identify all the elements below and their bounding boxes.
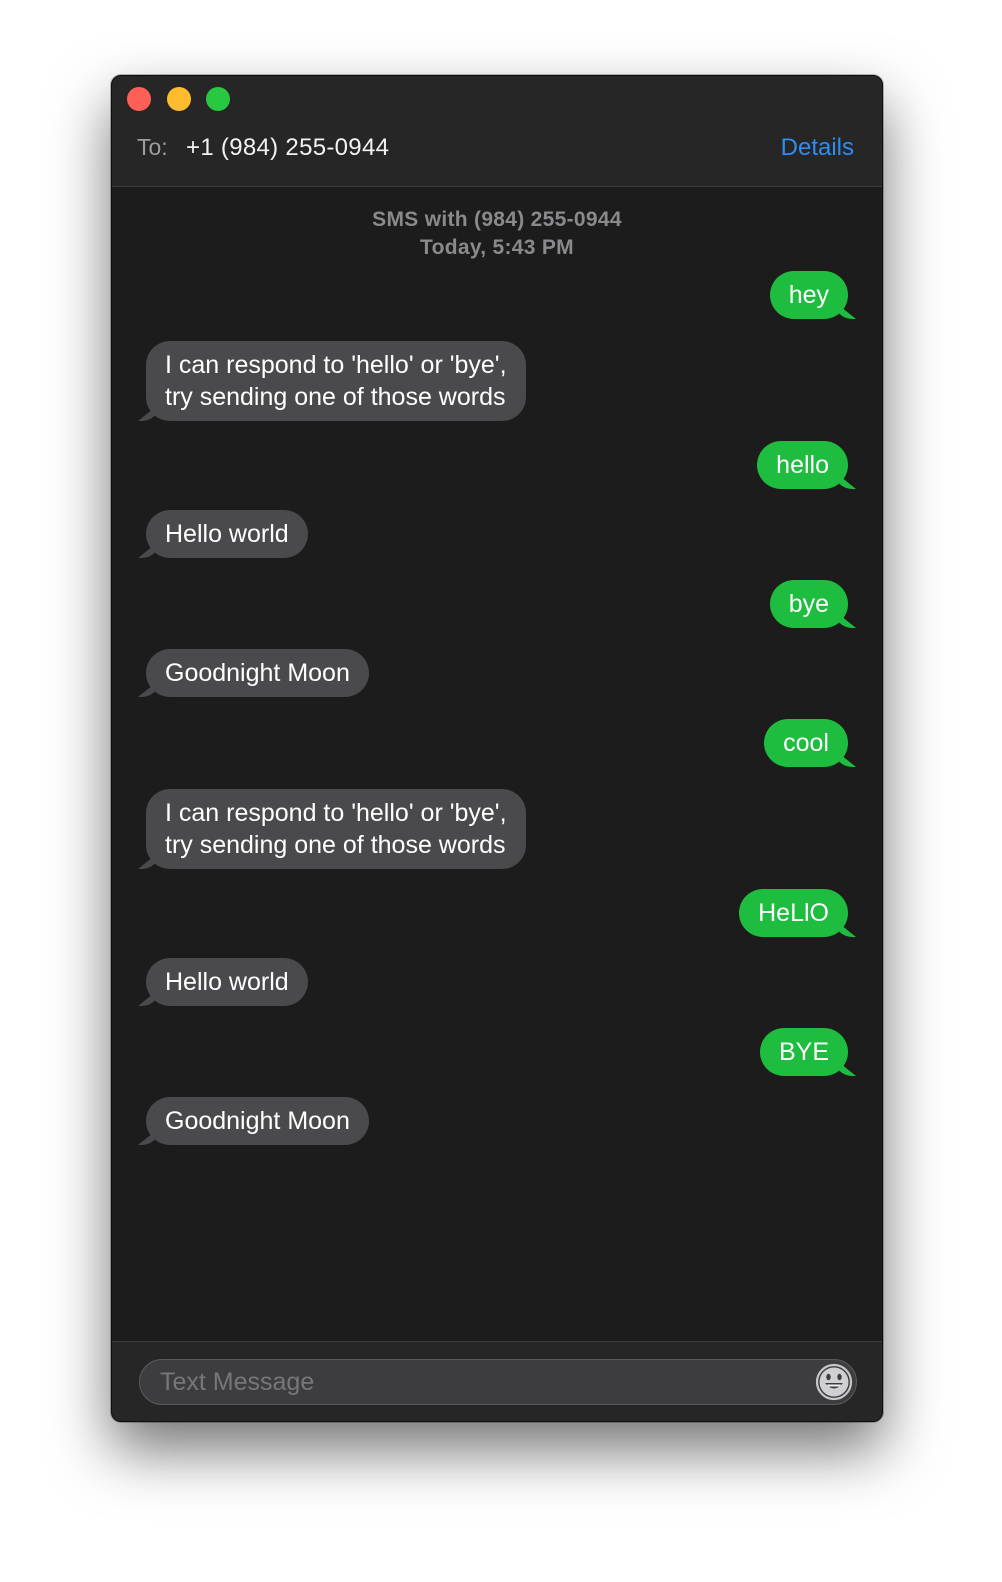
message-text: Hello world (165, 968, 289, 996)
received-message-bubble[interactable]: Goodnight Moon (146, 649, 369, 697)
message-input-container (139, 1359, 857, 1405)
minimize-window-button[interactable] (167, 87, 191, 111)
sent-message-bubble[interactable]: HeLlO (739, 889, 848, 937)
message-text: hello (776, 451, 829, 479)
sent-message-bubble[interactable]: hello (757, 441, 848, 489)
zoom-window-button[interactable] (206, 87, 230, 111)
message-text: BYE (778, 1038, 829, 1066)
message-text: HeLlO (758, 899, 829, 927)
received-message-bubble[interactable]: Hello world (146, 510, 308, 558)
recipient-field[interactable]: +1 (984) 255-0944 (186, 134, 389, 162)
close-window-button[interactable] (127, 87, 151, 111)
sent-message-bubble[interactable]: bye (769, 580, 848, 628)
message-text: cool (783, 729, 829, 757)
message-text-line: I can respond to 'hello' or 'bye', (165, 799, 507, 827)
message-text-line: I can respond to 'hello' or 'bye', (165, 351, 507, 379)
message-text-line: try sending one of those words (165, 831, 506, 859)
message-text: Goodnight Moon (165, 659, 350, 687)
details-button[interactable]: Details (781, 134, 854, 162)
emoji-icon[interactable] (815, 1363, 853, 1401)
sent-message-bubble[interactable]: cool (764, 719, 848, 767)
message-text: Hello world (165, 520, 289, 548)
message-text: Goodnight Moon (165, 1107, 350, 1135)
conversation-timestamp: Today, 5:43 PM (420, 236, 574, 259)
message-text: bye (788, 590, 829, 618)
sent-message-bubble[interactable]: hey (769, 271, 848, 319)
to-label: To: (137, 134, 168, 160)
received-message-bubble[interactable]: Hello world (146, 958, 308, 1006)
conversation-transcript[interactable]: SMS with (984) 255-0944 Today, 5:43 PM h… (112, 187, 882, 1340)
sent-message-bubble[interactable]: BYE (759, 1028, 848, 1076)
received-message-bubble[interactable]: Goodnight Moon (146, 1097, 369, 1145)
received-message-bubble[interactable]: I can respond to 'hello' or 'bye', try s… (146, 789, 526, 869)
title-bar: To: +1 (984) 255-0944 Details (112, 76, 882, 187)
composer-bar (112, 1341, 882, 1421)
message-text-line: try sending one of those words (165, 383, 506, 411)
received-message-bubble[interactable]: I can respond to 'hello' or 'bye', try s… (146, 341, 526, 421)
message-text: hey (788, 281, 829, 309)
messages-window: To: +1 (984) 255-0944 Details SMS with (… (111, 75, 883, 1422)
conversation-service-label: SMS with (984) 255-0944 (372, 208, 622, 231)
message-input[interactable] (158, 1360, 782, 1405)
